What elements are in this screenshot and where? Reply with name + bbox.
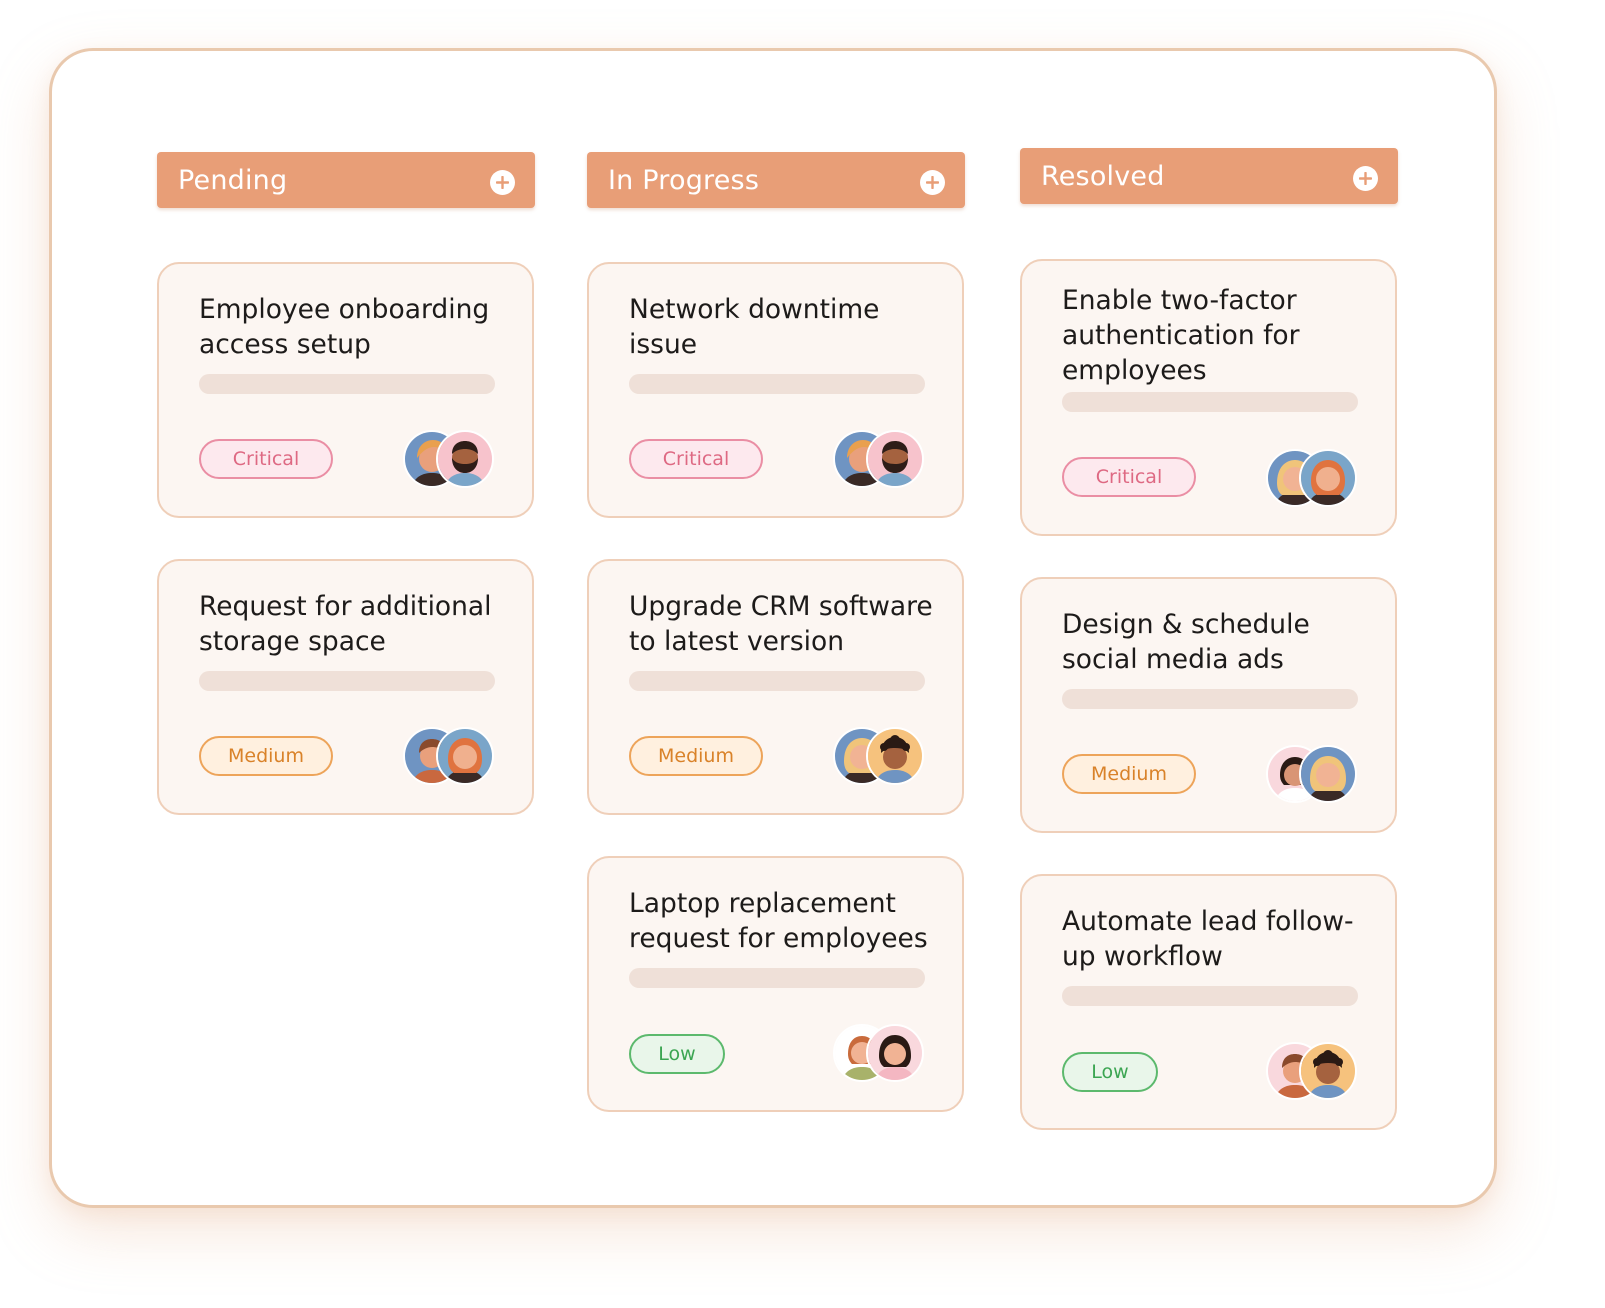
priority-badge[interactable]: Critical (199, 439, 333, 479)
column-title: In Progress (608, 164, 760, 196)
ticket-card[interactable]: Upgrade CRM software to latest version M… (587, 559, 964, 815)
ticket-title: Enable two-factor authentication for emp… (1062, 285, 1300, 386)
man-curly-hair-avatar[interactable] (1299, 1042, 1357, 1100)
plus-circle-icon (926, 175, 939, 189)
ticket-title: Design & schedule social media ads (1062, 609, 1310, 675)
ticket-card[interactable]: Enable two-factor authentication for emp… (1020, 259, 1397, 536)
ticket-title: Upgrade CRM software to latest version (629, 591, 933, 657)
progress-bar (629, 671, 925, 691)
priority-badge[interactable]: Low (629, 1034, 725, 1074)
bearded-man-avatar[interactable] (436, 430, 494, 488)
progress-bar (1062, 986, 1358, 1006)
assignee-avatars (833, 1024, 925, 1082)
ticket-title: Network downtime issue (629, 294, 880, 360)
ticket-card[interactable]: Employee onboarding access setup Critica… (157, 262, 534, 518)
add-card-button[interactable] (920, 169, 945, 195)
woman-dark-curly-hair-avatar[interactable] (866, 1024, 924, 1082)
column-title: Resolved (1041, 160, 1165, 192)
progress-bar (199, 374, 495, 394)
woman-ginger-hair-avatar[interactable] (436, 727, 494, 785)
column-title: Pending (178, 164, 288, 196)
add-card-button[interactable] (490, 169, 515, 195)
assignee-avatars (1266, 449, 1358, 507)
man-curly-hair-avatar[interactable] (866, 727, 924, 785)
priority-badge[interactable]: Critical (1062, 457, 1196, 497)
ticket-card[interactable]: Design & schedule social media ads Mediu… (1020, 577, 1397, 833)
assignee-avatars (833, 430, 925, 488)
priority-badge[interactable]: Medium (629, 736, 763, 776)
bearded-man-avatar[interactable] (866, 430, 924, 488)
kanban-board-frame: Pending Employee onboarding access setup… (49, 48, 1497, 1208)
add-card-button[interactable] (1353, 165, 1378, 191)
woman-blonde-hair-avatar[interactable] (1299, 745, 1357, 803)
assignee-avatars (403, 430, 495, 488)
column-header-pending: Pending (157, 152, 535, 208)
progress-bar (199, 671, 495, 691)
ticket-title: Automate lead follow-up workflow (1062, 906, 1354, 972)
ticket-card[interactable]: Automate lead follow-up workflow Low (1020, 874, 1397, 1130)
progress-bar (1062, 689, 1358, 709)
ticket-card[interactable]: Request for additional storage space Med… (157, 559, 534, 815)
progress-bar (629, 374, 925, 394)
plus-circle-icon (496, 175, 509, 189)
assignee-avatars (1266, 745, 1358, 803)
ticket-card[interactable]: Network downtime issue Critical (587, 262, 964, 518)
ticket-title: Employee onboarding access setup (199, 294, 490, 360)
assignee-avatars (833, 727, 925, 785)
ticket-card[interactable]: Laptop replacement request for employees… (587, 856, 964, 1112)
ticket-title: Laptop replacement request for employees (629, 888, 928, 954)
woman-ginger-hair-avatar[interactable] (1299, 449, 1357, 507)
priority-badge[interactable]: Critical (629, 439, 763, 479)
progress-bar (1062, 392, 1358, 412)
column-header-resolved: Resolved (1020, 148, 1398, 204)
column-header-in-progress: In Progress (587, 152, 965, 208)
priority-badge[interactable]: Medium (1062, 754, 1196, 794)
progress-bar (629, 968, 925, 988)
ticket-title: Request for additional storage space (199, 591, 492, 657)
assignee-avatars (403, 727, 495, 785)
plus-circle-icon (1359, 171, 1372, 185)
priority-badge[interactable]: Low (1062, 1052, 1158, 1092)
priority-badge[interactable]: Medium (199, 736, 333, 776)
assignee-avatars (1266, 1042, 1358, 1100)
